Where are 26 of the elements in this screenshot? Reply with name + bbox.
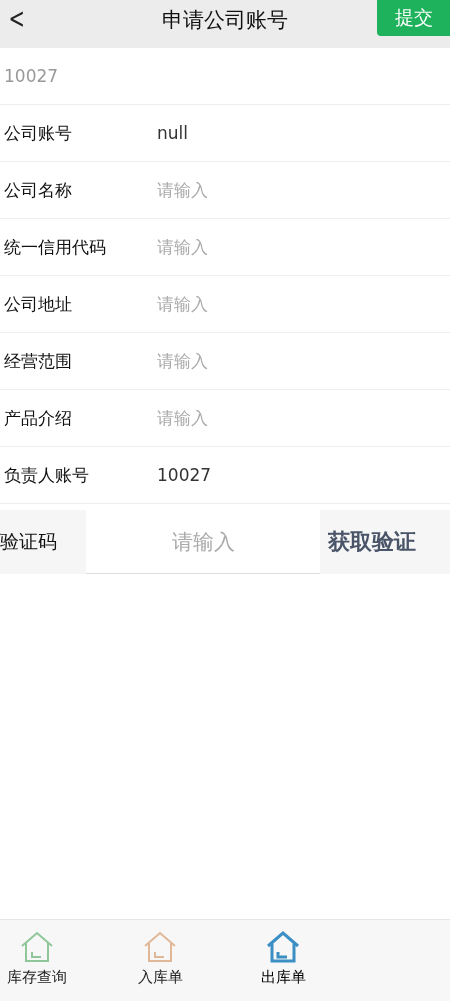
input-field[interactable]: 请输入: [157, 351, 357, 371]
code-input-field[interactable]: 请输入: [86, 510, 320, 574]
input-field[interactable]: 请输入: [157, 180, 357, 200]
house-icon: [19, 930, 55, 964]
field-label: 验证码: [0, 529, 58, 554]
account-number: 10027: [4, 66, 59, 86]
field-label: 公司名称: [4, 178, 73, 202]
page-title: 申请公司账号: [161, 7, 289, 34]
nav-tab[interactable]: 出库单: [246, 930, 320, 987]
get-code-button[interactable]: 获取验证: [320, 527, 416, 557]
nav-tab[interactable]: 入库单: [123, 930, 197, 987]
input-field[interactable]: 请输入: [157, 408, 357, 428]
input-field[interactable]: 10027: [157, 465, 357, 485]
input-field[interactable]: 请输入: [157, 237, 357, 257]
house-icon: [265, 930, 301, 964]
field-label: 统一信用代码: [4, 235, 107, 259]
field-label: 经营范围: [4, 349, 73, 373]
back-button[interactable]: <: [4, 2, 26, 35]
field-label: 公司账号: [4, 121, 73, 145]
nav-tab[interactable]: 库存查询: [0, 930, 74, 987]
field-label: 负责人账号: [4, 463, 90, 487]
input-field[interactable]: null: [157, 123, 357, 143]
house-icon: [142, 930, 178, 964]
field-label: 公司地址: [4, 292, 73, 316]
input-field[interactable]: 请输入: [157, 294, 357, 314]
field-label: 产品介绍: [4, 406, 73, 430]
